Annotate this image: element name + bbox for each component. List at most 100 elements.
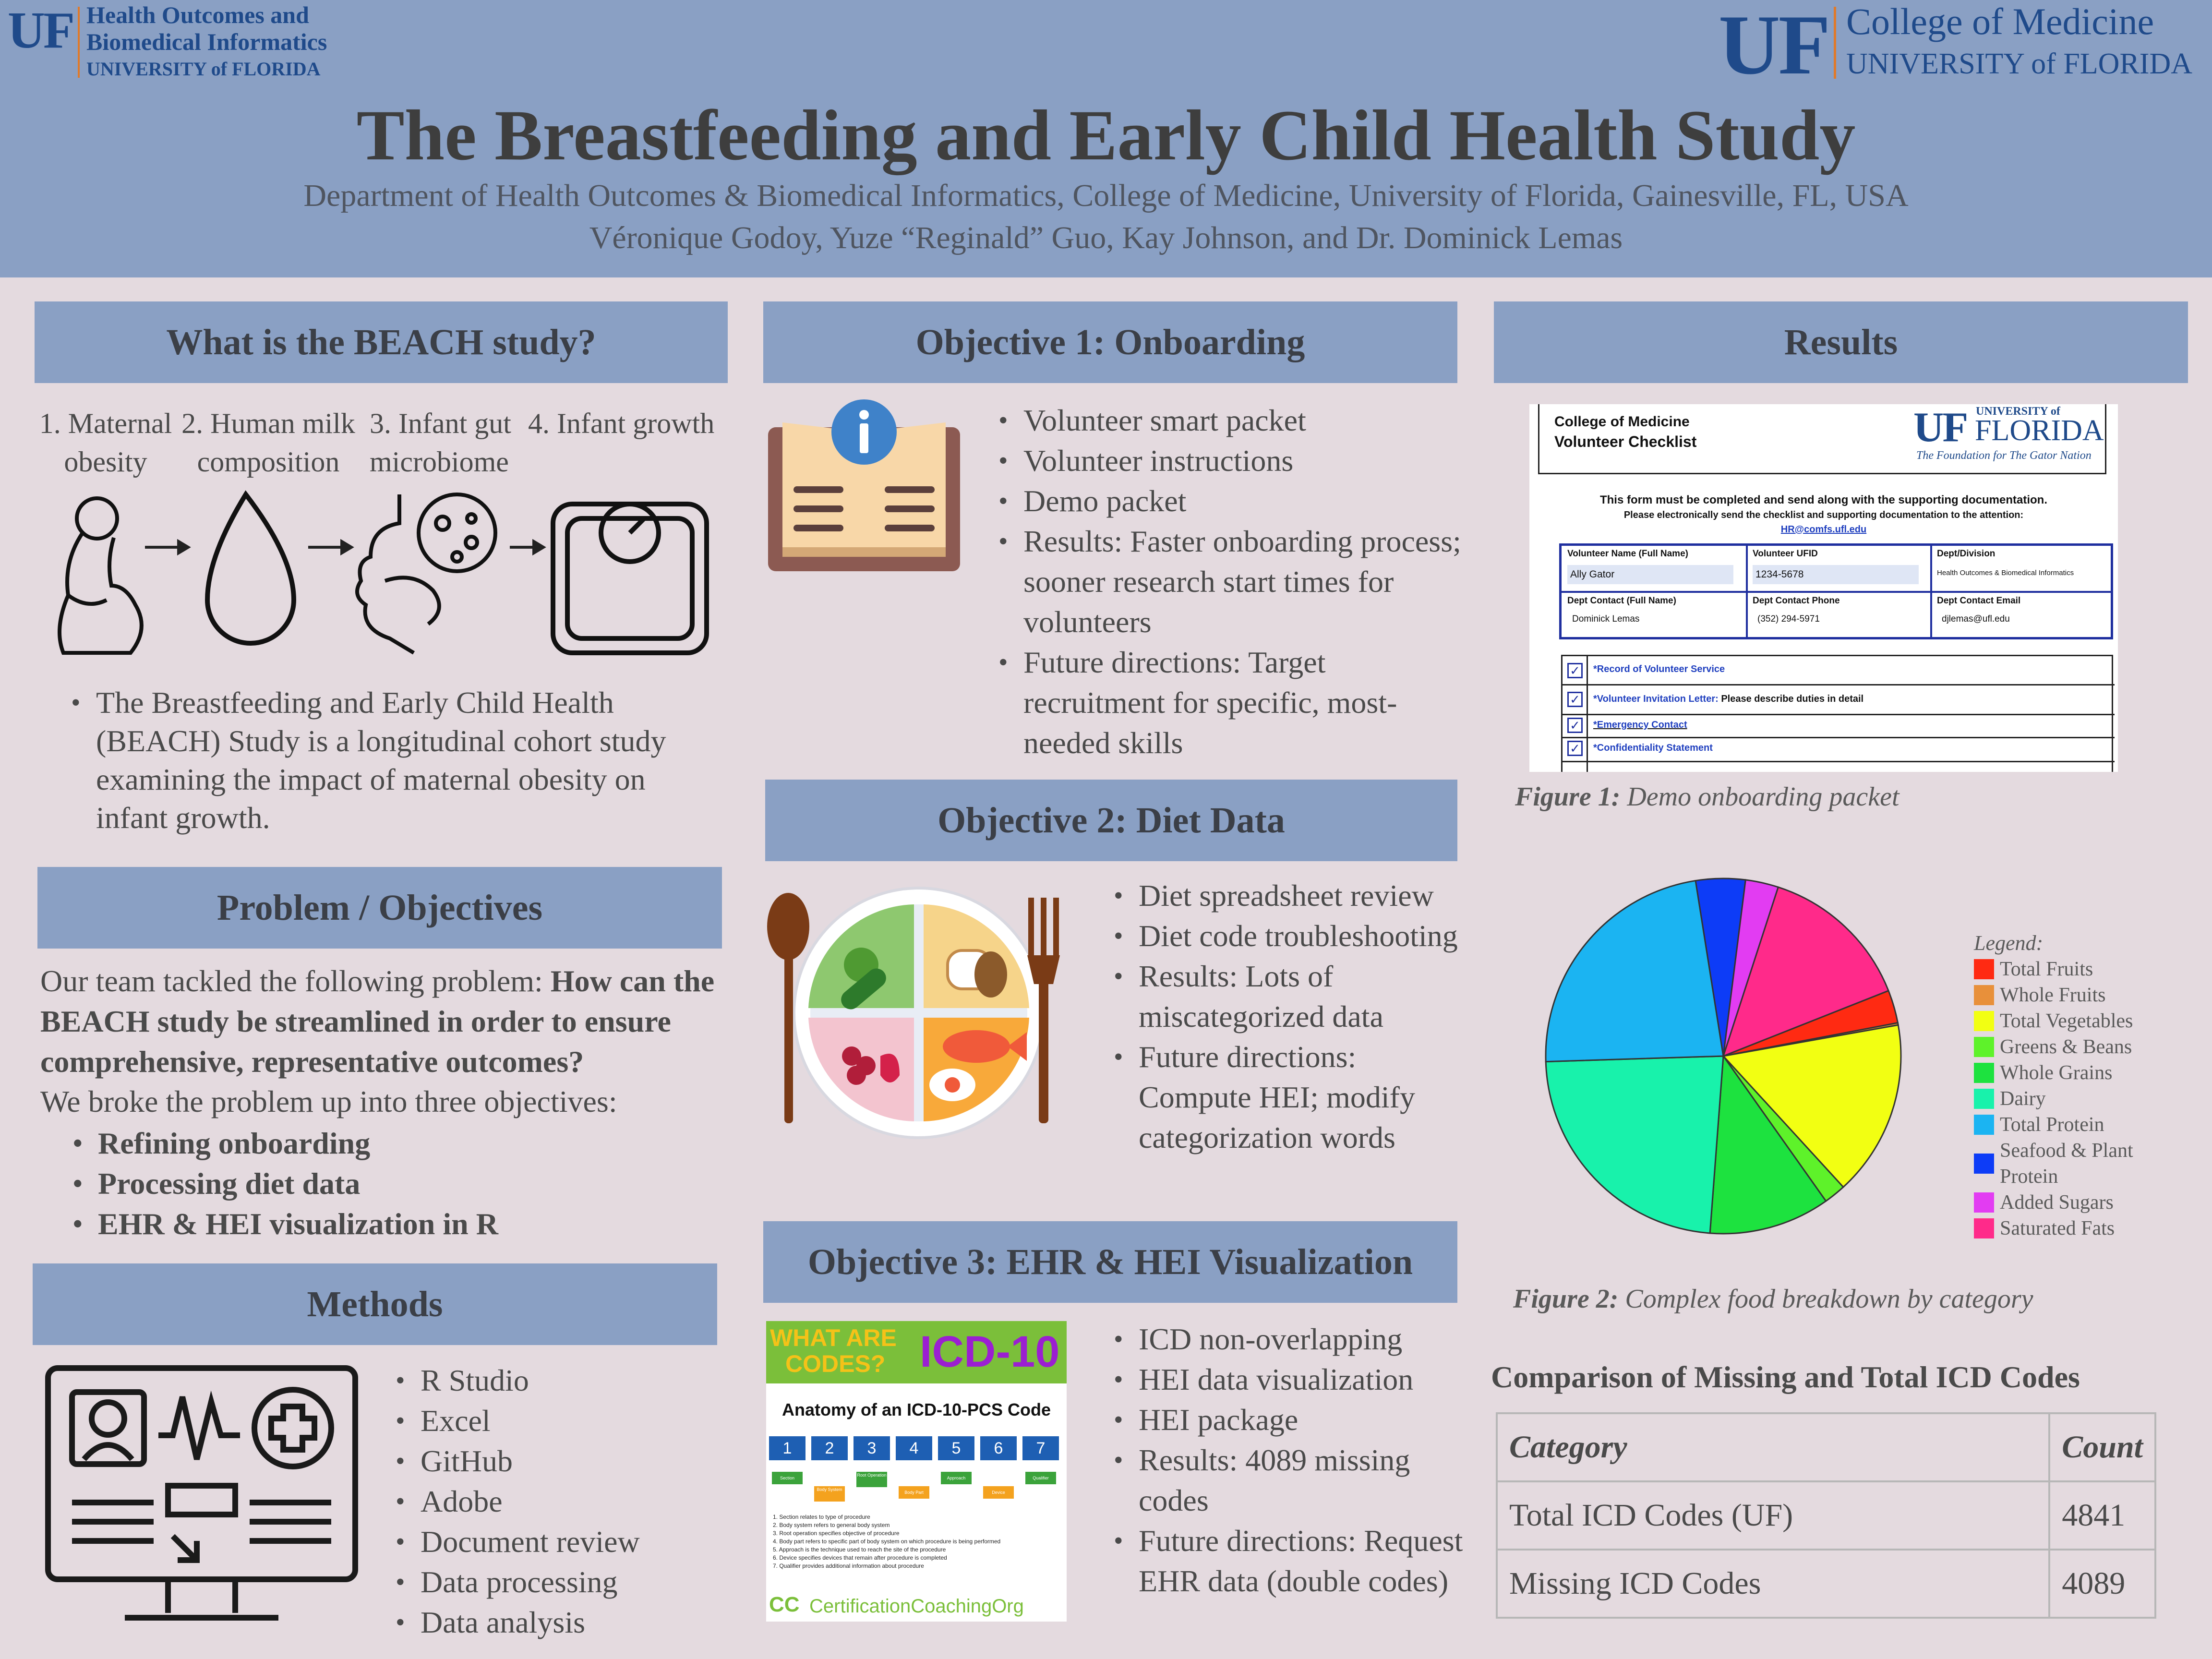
hobi-logo-divider [78,7,80,78]
legend-swatch [1974,1011,1994,1031]
problem-statement: Our team tackled the following problem: … [40,964,715,1079]
info-book-icon [768,399,960,571]
objective2-list: Diet spreadsheet review Diet code troubl… [1110,876,1470,1158]
objective-item: Processing diet data [69,1164,693,1204]
hobi-uf-logo: UF [8,2,75,59]
objective1-item: Volunteer instructions [995,441,1470,481]
icd-codes: CODES? [785,1350,886,1377]
legend-label: Added Sugars [2000,1191,2114,1214]
scale-icon [551,502,709,655]
objective3-item: HEI package [1110,1400,1475,1440]
objective2-heading: Objective 2: Diet Data [765,780,1457,861]
legend-item: Saturated Fats [1974,1215,2176,1241]
checkbox-icon[interactable]: ✓ [1567,663,1583,678]
method-item: R Studio [392,1360,689,1401]
field-dept-division[interactable]: Health Outcomes & Biomedical Informatics [1937,569,2110,577]
objective3-item: Results: 4089 missing codes [1110,1440,1475,1521]
legend-swatch [1974,1154,1994,1174]
icd-box-5: 5 [938,1436,974,1460]
form-email-link[interactable]: HR@comfs.ufl.edu [1529,524,2118,535]
objective1-item: Results: Faster onboarding process; soon… [995,521,1470,642]
legend-item: Seafood & Plant Protein [1974,1138,2176,1190]
icd-tag-section: Section [772,1472,803,1484]
legend-item: Dairy [1974,1086,2176,1112]
icd-box-2: 2 [811,1436,848,1460]
field-dept-contact[interactable]: Dominick Lemas [1572,614,1639,625]
legend-label: Saturated Fats [2000,1217,2115,1239]
form-fields-grid: Volunteer Name (Full Name) Ally Gator Vo… [1559,543,2113,639]
checkbox-icon[interactable]: ✓ [1567,741,1583,756]
objective3-item: HEI data visualization [1110,1359,1475,1400]
pregnant-woman-icon [58,496,144,655]
objective-item: Refining onboarding [69,1123,693,1164]
table-cell: 4841 [2048,1480,2156,1551]
beach-description: The Breastfeeding and Early Child Health… [67,684,710,837]
step-3-label: 3. Infant gut microbiome [370,408,511,478]
gut-microbiome-icon [355,493,497,655]
field-dept-email[interactable]: djlemas@ufl.edu [1942,614,2010,625]
icd-note: 4. Body part refers to specific part of … [773,1538,1001,1545]
field-label-dept-email: Dept Contact Email [1937,596,2021,606]
legend-swatch [1974,985,1994,1005]
form-org: College of Medicine [1554,414,1690,430]
objective2-item: Diet code troubleshooting [1110,916,1470,956]
health-monitor-icon [45,1365,358,1621]
field-label-dept-phone: Dept Contact Phone [1753,596,1840,606]
food-category-pie-chart [1545,878,1902,1235]
legend-label: Whole Fruits [2000,984,2106,1006]
beach-bullet-list: The Breastfeeding and Early Child Health… [67,684,710,837]
pie-slice-6 [1545,879,1724,1063]
volunteer-checklist-image: College of Medicine Volunteer Checklist … [1529,404,2118,772]
step-1-label: 1. Maternal obesity [39,408,172,478]
legend-swatch [1974,1115,1994,1135]
legend-swatch [1974,1192,1994,1213]
department-line: Department of Health Outcomes & Biomedic… [303,178,1909,213]
table-header-row: Category Count [1495,1412,2156,1482]
legend-item: Whole Grains [1974,1060,2176,1086]
diet-plate-icon [767,887,1060,1139]
legend-swatch [1974,1089,1994,1109]
header-banner: UF Health Outcomes and Biomedical Inform… [0,0,2212,277]
icd-10-label: ICD-10 [920,1327,1060,1376]
method-item: Excel [392,1401,689,1441]
icd-note: 2. Body system refers to general body sy… [773,1522,890,1528]
table-row: Total ICD Codes (UF) 4841 [1495,1480,2156,1551]
methods-list: R Studio Excel GitHub Adobe Document rev… [392,1360,689,1643]
icd-tag-qualifier: Qualifier [1025,1472,1056,1484]
icd-note: 5. Approach is the technique used to rea… [773,1546,946,1553]
pie-slice-5 [1545,1055,1724,1234]
icd-box-1: 1 [769,1436,805,1460]
objective-item: EHR & HEI visualization in R [69,1204,693,1244]
objective1-item: Demo packet [995,481,1470,521]
icd-note: 1. Section relates to type of procedure [773,1514,870,1520]
icd-tag-root-operation: Root Operation [856,1472,887,1487]
icd-comparison-table: Category Count Total ICD Codes (UF) 4841… [1495,1412,2156,1619]
icd-anatomy-title: Anatomy of an ICD-10-PCS Code [781,1400,1051,1419]
method-item: Adobe [392,1481,689,1522]
arrow-right-icon [145,539,191,556]
method-item: GitHub [392,1441,689,1481]
method-item: Data processing [392,1562,689,1602]
checkbox-icon[interactable]: ✓ [1567,692,1583,707]
table-row: Missing ICD Codes 4089 [1495,1549,2156,1619]
objective3-item: ICD non-overlapping [1110,1319,1475,1359]
field-label-volunteer-ufid: Volunteer UFID [1753,549,1818,559]
authors-line: Véronique Godoy, Yuze “Reginald” Guo, Ka… [589,220,1623,255]
objective3-heading: Objective 3: EHR & HEI Visualization [763,1221,1457,1303]
form-title: Volunteer Checklist [1554,433,1697,450]
com-logo-line1: College of Medicine [1846,0,2154,42]
checkbox-icon[interactable]: ✓ [1567,718,1583,733]
results-heading: Results [1494,301,2188,383]
icd-tag-body-part: Body Part [899,1486,929,1499]
legend-label: Greens & Beans [2000,1036,2132,1058]
table-cell: 4089 [2048,1549,2156,1619]
field-dept-phone[interactable]: (352) 294-5971 [1757,614,1820,625]
legend-label: Seafood & Plant Protein [2000,1140,2133,1188]
icd-code-boxes: 1 2 3 4 5 6 7 Section Body System Root O… [769,1436,1064,1508]
icd-notes: 1. Section relates to type of procedure … [773,1513,1061,1570]
field-volunteer-ufid[interactable]: 1234-5678 [1753,565,1919,584]
objective3-list: ICD non-overlapping HEI data visualizati… [1110,1319,1475,1601]
legend-label: Total Vegetables [2000,1010,2133,1032]
icd-box-7: 7 [1022,1436,1059,1460]
field-volunteer-name[interactable]: Ally Gator [1567,565,1733,584]
